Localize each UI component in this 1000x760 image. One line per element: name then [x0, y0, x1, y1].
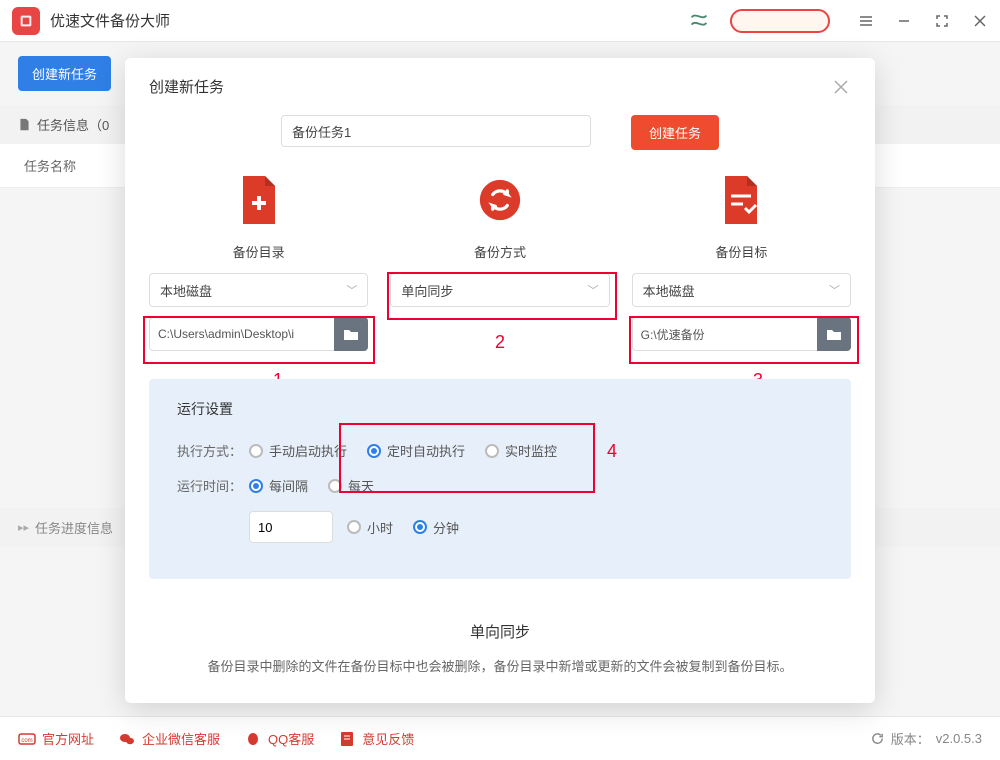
mode-select[interactable]: 单向同步 ﹀	[390, 273, 609, 307]
chevron-down-icon: ﹀	[829, 282, 840, 298]
target-path-input[interactable]	[632, 317, 817, 351]
modal-title: 创建新任务	[149, 76, 224, 97]
source-column: 备份目录 本地磁盘 ﹀	[149, 176, 368, 351]
target-column: 备份目标 本地磁盘 ﹀	[632, 176, 851, 351]
exec-realtime-radio[interactable]: 实时监控	[485, 441, 557, 460]
modal-backdrop: 创建新任务 创建任务 备份目录 本地磁盘 ﹀	[0, 0, 1000, 760]
create-task-button[interactable]: 创建任务	[631, 115, 719, 150]
exec-mode-label: 执行方式：	[177, 441, 249, 460]
source-disk-value: 本地磁盘	[160, 281, 212, 300]
exec-realtime-label: 实时监控	[505, 441, 557, 460]
target-disk-value: 本地磁盘	[643, 281, 695, 300]
run-settings-panel: 运行设置 执行方式： 手动启动执行 定时自动执行 实时监控 运行时间： 每间隔 …	[149, 379, 851, 579]
source-browse-button[interactable]	[334, 317, 368, 351]
unit-minute-radio[interactable]: 分钟	[413, 518, 459, 537]
file-plus-icon	[237, 176, 281, 224]
target-label: 备份目标	[715, 242, 767, 261]
target-browse-button[interactable]	[817, 317, 851, 351]
exec-timed-radio[interactable]: 定时自动执行	[367, 441, 465, 460]
time-interval-radio[interactable]: 每间隔	[249, 476, 308, 495]
interval-value-input[interactable]	[249, 511, 333, 543]
chevron-down-icon: ﹀	[346, 282, 357, 298]
task-name-input[interactable]	[281, 115, 591, 147]
sync-mode-desc: 备份目录中删除的文件在备份目标中也会被删除，备份目录中新增或更新的文件会被复制到…	[149, 656, 851, 675]
run-settings-title: 运行设置	[177, 399, 823, 419]
chevron-down-icon: ﹀	[588, 282, 599, 298]
unit-hour-label: 小时	[367, 518, 393, 537]
time-interval-label: 每间隔	[269, 476, 308, 495]
time-daily-radio[interactable]: 每天	[328, 476, 374, 495]
sync-icon	[478, 176, 522, 224]
time-daily-label: 每天	[348, 476, 374, 495]
target-disk-select[interactable]: 本地磁盘 ﹀	[632, 273, 851, 307]
source-disk-select[interactable]: 本地磁盘 ﹀	[149, 273, 368, 307]
mode-label: 备份方式	[474, 242, 526, 261]
exec-timed-label: 定时自动执行	[387, 441, 465, 460]
source-path-input[interactable]	[149, 317, 334, 351]
exec-manual-label: 手动启动执行	[269, 441, 347, 460]
source-label: 备份目录	[233, 242, 285, 261]
unit-minute-label: 分钟	[433, 518, 459, 537]
unit-hour-radio[interactable]: 小时	[347, 518, 393, 537]
run-time-label: 运行时间：	[177, 476, 249, 495]
file-check-icon	[719, 176, 763, 224]
sync-mode-title: 单向同步	[149, 621, 851, 642]
exec-manual-radio[interactable]: 手动启动执行	[249, 441, 347, 460]
modal-close-button[interactable]	[831, 77, 851, 97]
mode-column: 备份方式 单向同步 ﹀	[390, 176, 609, 351]
mode-value: 单向同步	[401, 281, 453, 300]
new-task-modal: 创建新任务 创建任务 备份目录 本地磁盘 ﹀	[125, 58, 875, 703]
